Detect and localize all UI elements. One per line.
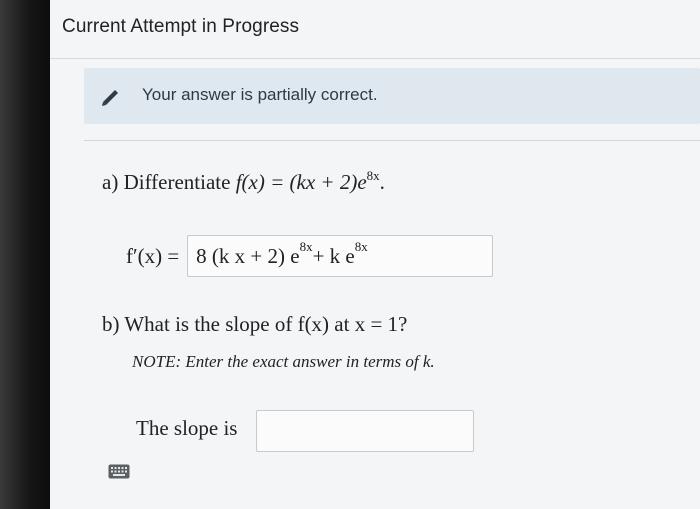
feedback-banner: Your answer is partially correct. <box>84 68 700 124</box>
device-bezel <box>0 0 50 509</box>
divider <box>84 140 700 141</box>
question-a-label: a) Differentiate <box>102 170 231 194</box>
derivative-answer-exp2: 8x <box>354 239 368 254</box>
keyboard-icon[interactable] <box>108 464 130 479</box>
feedback-message: Your answer is partially correct. <box>142 85 378 104</box>
question-a-exponent: 8x <box>366 168 380 183</box>
derivative-answer-mid: + k e <box>312 243 355 268</box>
pencil-icon <box>102 90 118 106</box>
question-screen: Current Attempt in Progress Your answer … <box>50 0 700 509</box>
question-a-prompt: a) Differentiate f(x) = (kx + 2)e8x. <box>102 168 385 195</box>
derivative-answer-main: 8 (k x + 2) e <box>196 243 300 268</box>
question-a-end: . <box>379 170 385 194</box>
derivative-label: f′(x) = <box>126 243 180 268</box>
page-title: Current Attempt in Progress <box>62 16 300 37</box>
divider <box>50 58 700 59</box>
question-a-function: f(x) = (kx + 2)e <box>235 170 367 194</box>
question-b-prompt: b) What is the slope of f(x) at x = 1? <box>102 312 408 336</box>
derivative-row: f′(x) = 8 (k x + 2) e 8x + k e 8x <box>126 234 494 278</box>
slope-answer-field[interactable] <box>256 410 474 452</box>
question-b-note: NOTE: Enter the exact answer in terms of… <box>132 352 435 371</box>
derivative-answer-exp1: 8x <box>299 239 313 254</box>
slope-label: The slope is <box>136 416 238 440</box>
derivative-answer-field[interactable]: 8 (k x + 2) e 8x + k e 8x <box>187 235 494 277</box>
